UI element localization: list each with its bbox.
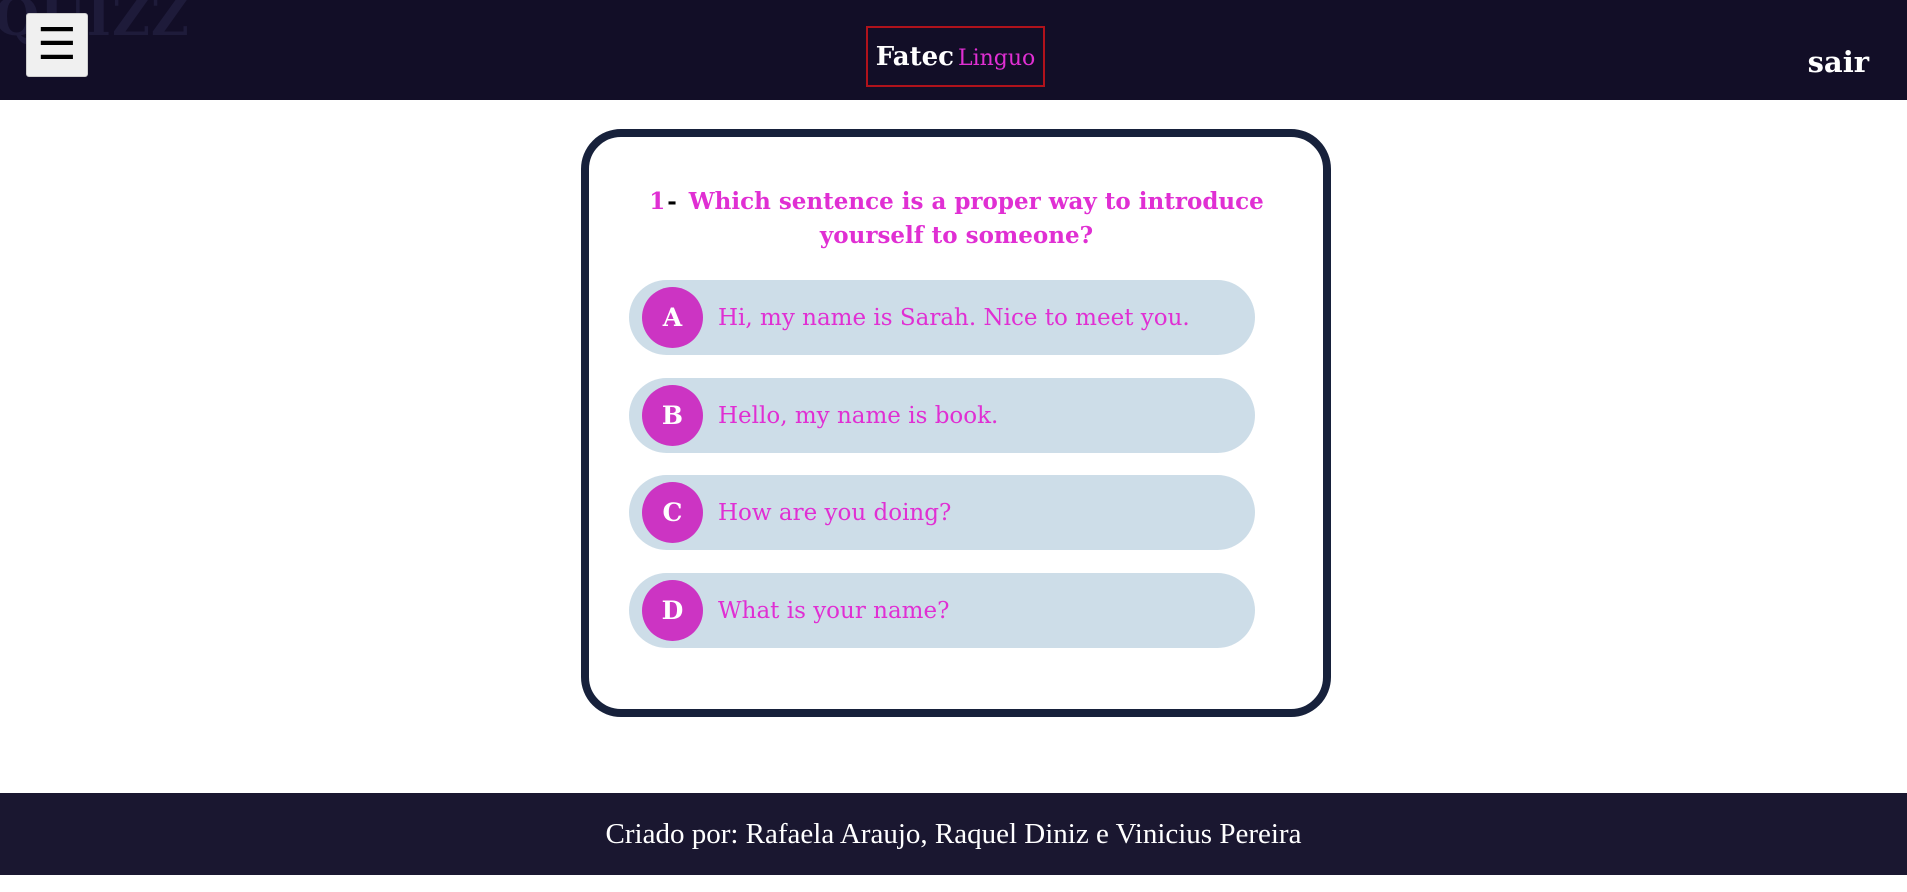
hamburger-menu-button[interactable]: ☰	[26, 13, 88, 77]
option-letter-badge: A	[642, 287, 703, 348]
option-letter-badge: B	[642, 385, 703, 446]
question-number: 1	[649, 188, 666, 215]
top-navbar: QUIZZ ☰ Fatec Linguo sair	[0, 0, 1907, 100]
option-text: Hi, my name is Sarah. Nice to meet you.	[718, 304, 1190, 331]
option-text: What is your name?	[718, 597, 950, 624]
hamburger-icon: ☰	[37, 19, 77, 70]
answer-option-b[interactable]: B Hello, my name is book.	[629, 378, 1255, 453]
footer-credits: Criado por: Rafaela Araujo, Raquel Diniz…	[605, 817, 1302, 850]
page-footer: Criado por: Rafaela Araujo, Raquel Diniz…	[0, 793, 1907, 875]
option-text: How are you doing?	[718, 499, 952, 526]
logout-link[interactable]: sair	[1808, 48, 1869, 77]
answer-option-d[interactable]: D What is your name?	[629, 573, 1255, 648]
question-text: Which sentence is a proper way to introd…	[688, 188, 1264, 249]
question-separator: -	[667, 188, 677, 215]
option-letter-badge: C	[642, 482, 703, 543]
option-text: Hello, my name is book.	[718, 402, 999, 429]
answer-option-c[interactable]: C How are you doing?	[629, 475, 1255, 550]
logo-primary-text: Fatec	[875, 41, 954, 72]
question-heading: 1- Which sentence is a proper way to int…	[629, 185, 1284, 253]
answer-option-a[interactable]: A Hi, my name is Sarah. Nice to meet you…	[629, 280, 1255, 355]
option-letter-badge: D	[642, 580, 703, 641]
logo-secondary-text: Linguo	[957, 46, 1036, 71]
quiz-card: 1- Which sentence is a proper way to int…	[581, 129, 1331, 717]
fatec-linguo-logo[interactable]: Fatec Linguo	[866, 26, 1045, 87]
